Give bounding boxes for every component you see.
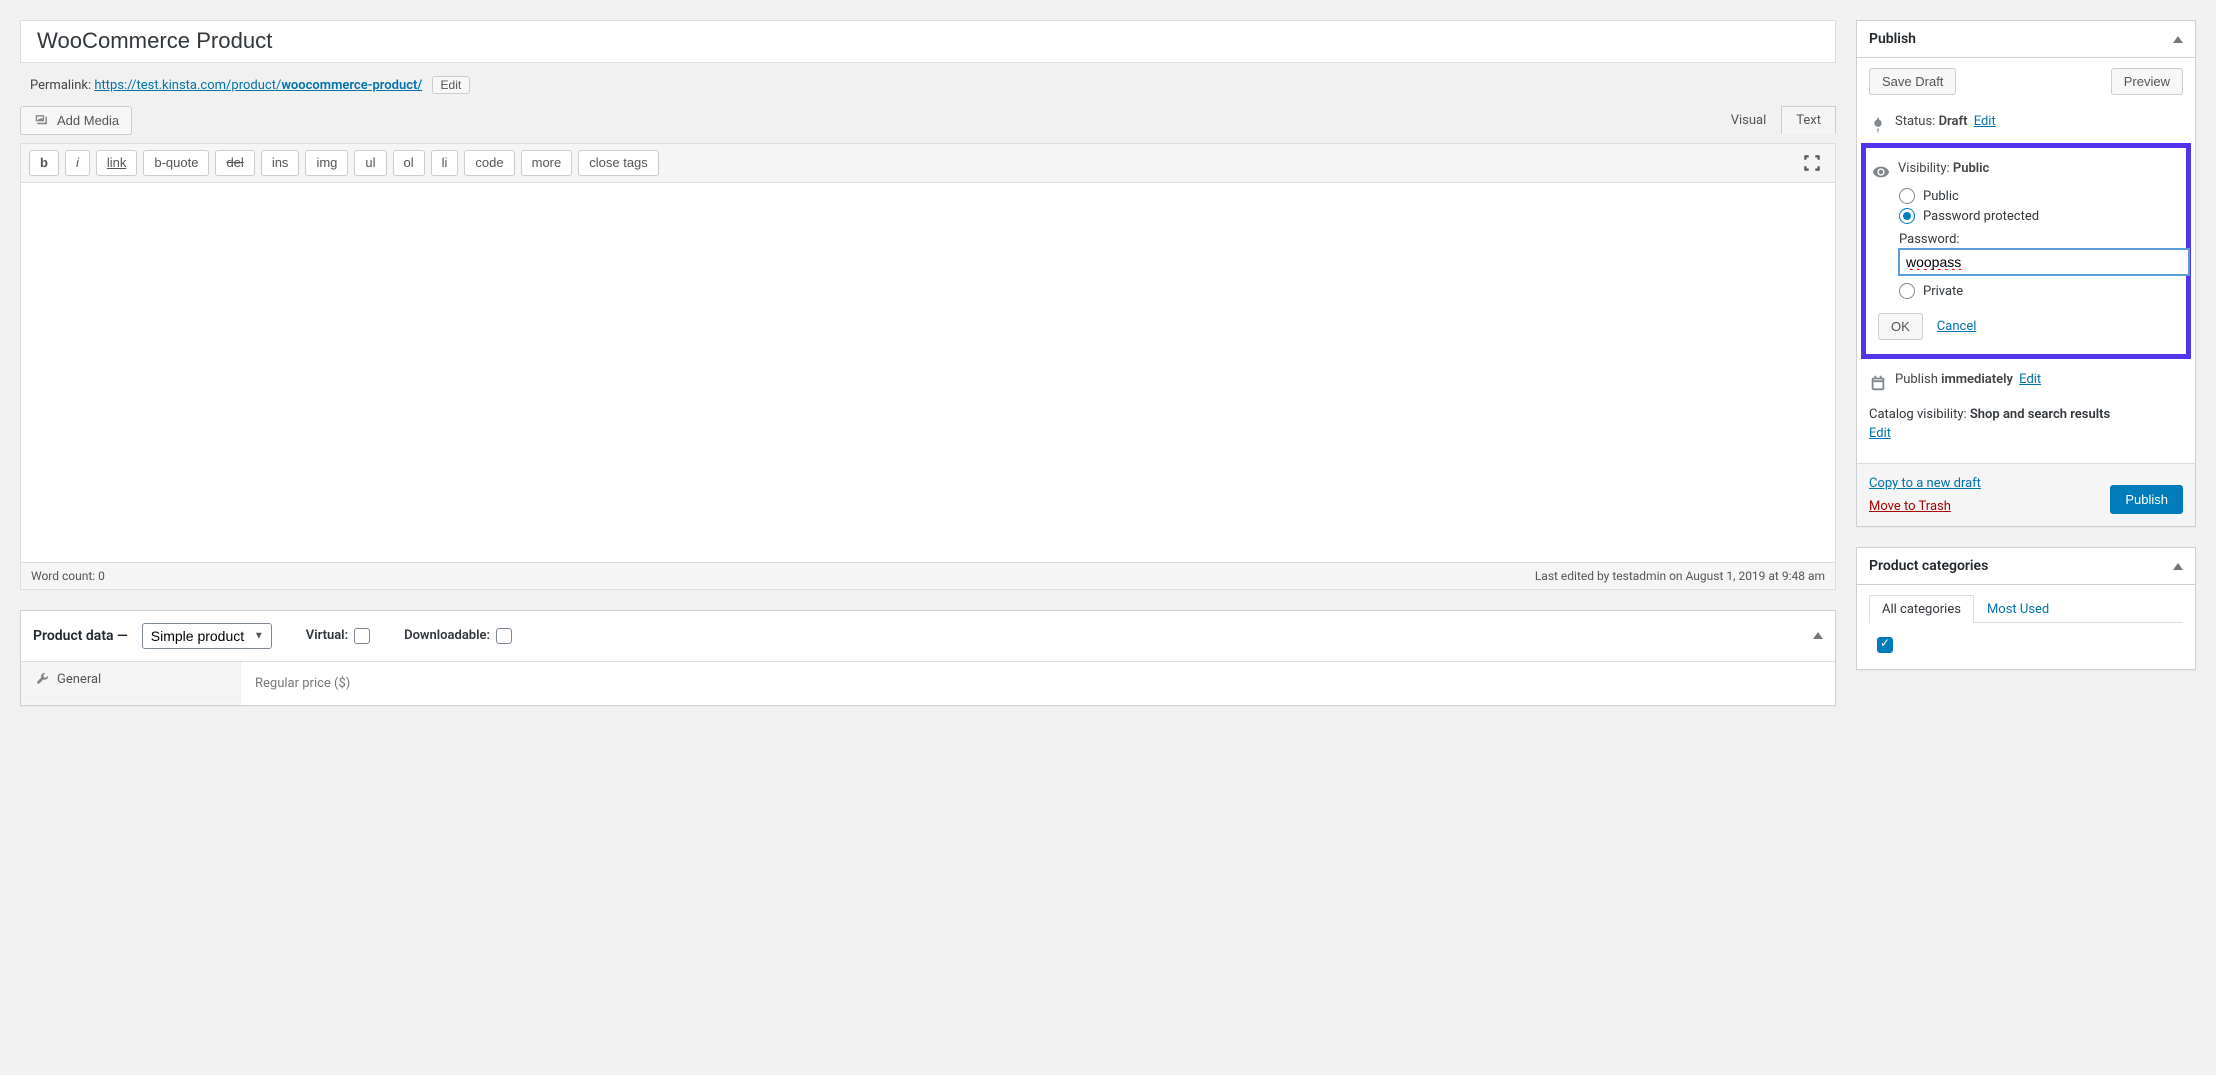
product-data-title: Product data — (33, 628, 128, 644)
publish-button[interactable]: Publish (2110, 485, 2183, 514)
editor-tab-text[interactable]: Text (1781, 106, 1836, 134)
toolbar-code-button[interactable]: code (464, 150, 514, 176)
virtual-checkbox-label: Virtual: (306, 628, 370, 644)
visibility-private-radio[interactable] (1899, 283, 1915, 299)
pin-icon (1869, 116, 1887, 134)
password-input[interactable] (1899, 249, 2189, 275)
schedule-edit-link[interactable]: Edit (2019, 372, 2041, 387)
publish-actions: Copy to a new draft Move to Trash Publis… (1857, 463, 2195, 526)
virtual-checkbox[interactable] (354, 628, 370, 644)
edit-permalink-button[interactable]: Edit (432, 76, 471, 94)
product-categories-panel: Product categories All categories Most U… (1856, 547, 2196, 670)
password-label: Password: (1872, 226, 2180, 249)
post-title-input[interactable] (29, 24, 1827, 59)
categories-toggle[interactable] (2173, 563, 2183, 570)
permalink-label: Permalink: (30, 78, 91, 93)
editor-toolbar: b i link b-quote del ins img ul ol li co… (20, 143, 1836, 183)
product-data-content: Regular price ($) (241, 662, 1835, 705)
editor-tab-visual[interactable]: Visual (1716, 106, 1782, 134)
preview-button[interactable]: Preview (2111, 68, 2183, 95)
toolbar-del-button[interactable]: del (215, 150, 254, 176)
media-icon (33, 113, 51, 127)
copy-draft-link[interactable]: Copy to a new draft (1869, 476, 1981, 491)
save-draft-button[interactable]: Save Draft (1869, 68, 1956, 95)
catalog-edit-link[interactable]: Edit (1869, 426, 1891, 441)
visibility-highlight: Visibility: Public Public Password prote… (1861, 143, 2191, 359)
last-edited: Last edited by testadmin on August 1, 20… (1535, 569, 1825, 583)
visibility-public-row[interactable]: Public (1872, 186, 2180, 206)
editor-footer: Word count: 0 Last edited by testadmin o… (20, 563, 1836, 590)
permalink-row: Permalink: https://test.kinsta.com/produ… (20, 68, 1836, 106)
toolbar-closetags-button[interactable]: close tags (578, 150, 659, 176)
toolbar-li-button[interactable]: li (431, 150, 459, 176)
visibility-row: Visibility: Public (1872, 156, 2180, 186)
visibility-password-radio[interactable] (1899, 208, 1915, 224)
toolbar-img-button[interactable]: img (305, 150, 348, 176)
product-data-toggle[interactable] (1813, 632, 1823, 639)
toolbar-ins-button[interactable]: ins (261, 150, 300, 176)
publish-toggle[interactable] (2173, 36, 2183, 43)
category-tabs: All categories Most Used (1869, 595, 2183, 623)
publish-date-row: Publish immediately Edit (1869, 367, 2183, 397)
visibility-private-row[interactable]: Private (1872, 281, 2180, 301)
tab-all-categories[interactable]: All categories (1869, 595, 1974, 623)
tab-most-used[interactable]: Most Used (1974, 595, 2062, 623)
status-row: Status: Draft Edit (1869, 109, 2183, 139)
visibility-password-row[interactable]: Password protected (1872, 206, 2180, 226)
product-data-panel: Product data — Simple product Virtual: D… (20, 610, 1836, 706)
toolbar-more-button[interactable]: more (521, 150, 573, 176)
toolbar-bquote-button[interactable]: b-quote (143, 150, 209, 176)
visibility-ok-button[interactable]: OK (1878, 313, 1923, 340)
editor-textarea[interactable] (20, 183, 1836, 563)
publish-panel: Publish Save Draft Preview Status: Draft… (1856, 20, 2196, 527)
calendar-icon (1869, 374, 1887, 392)
downloadable-checkbox-label: Downloadable: (404, 628, 512, 644)
word-count: Word count: 0 (31, 569, 105, 583)
permalink-url[interactable]: https://test.kinsta.com/product/woocomme… (94, 78, 422, 93)
fullscreen-icon[interactable] (1801, 152, 1823, 174)
wrench-icon (35, 672, 49, 686)
product-tab-general[interactable]: General (21, 662, 240, 698)
toolbar-italic-button[interactable]: i (65, 150, 90, 176)
editor-tabs: Visual Text (1716, 106, 1836, 134)
category-item[interactable] (1869, 633, 2183, 657)
title-panel (20, 20, 1836, 63)
visibility-public-radio[interactable] (1899, 188, 1915, 204)
add-media-button[interactable]: Add Media (20, 106, 132, 135)
publish-title: Publish (1869, 31, 2173, 47)
regular-price-label: Regular price ($) (255, 676, 350, 691)
move-to-trash-link[interactable]: Move to Trash (1869, 499, 1981, 514)
categories-title: Product categories (1869, 558, 2173, 574)
downloadable-checkbox[interactable] (496, 628, 512, 644)
toolbar-link-button[interactable]: link (96, 150, 138, 176)
status-edit-link[interactable]: Edit (1974, 114, 1996, 129)
product-data-sidebar: General (21, 662, 241, 705)
category-checkbox[interactable] (1877, 637, 1893, 653)
catalog-visibility-row: Catalog visibility: Shop and search resu… (1869, 397, 2183, 451)
add-media-label: Add Media (57, 113, 119, 128)
toolbar-ul-button[interactable]: ul (354, 150, 386, 176)
visibility-cancel-link[interactable]: Cancel (1937, 319, 1977, 334)
eye-icon (1872, 163, 1890, 181)
toolbar-ol-button[interactable]: ol (393, 150, 425, 176)
toolbar-bold-button[interactable]: b (29, 150, 59, 176)
product-type-select[interactable]: Simple product (142, 623, 272, 649)
